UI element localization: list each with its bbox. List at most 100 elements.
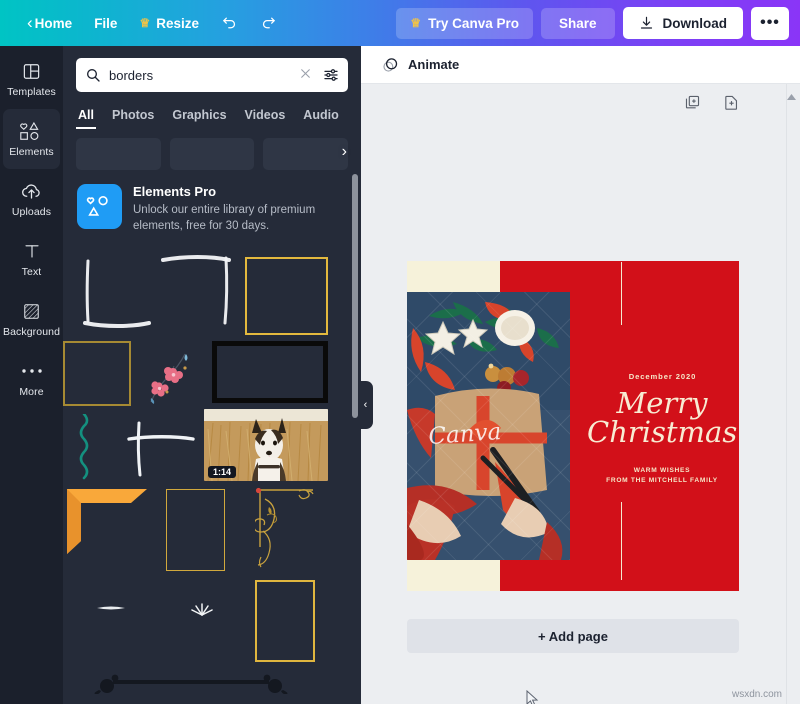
canvas-scrollbar-track[interactable] xyxy=(786,84,800,704)
elements-pro-title: Elements Pro xyxy=(133,184,217,199)
tab-label: Videos xyxy=(244,108,286,122)
design-rule-top xyxy=(621,262,622,325)
design-subtitle-line2: FROM THE MITCHELL FAMILY xyxy=(606,477,718,485)
home-button[interactable]: ‹ Home xyxy=(12,6,83,40)
element-thumb-orange-corner[interactable] xyxy=(67,488,149,554)
try-canva-pro-label: Try Canva Pro xyxy=(428,15,519,31)
element-thumb-video-dog[interactable]: 1:14 xyxy=(204,408,328,481)
file-menu-button[interactable]: File xyxy=(83,9,128,38)
top-toolbar-left: ‹ Home File ♕ Resize xyxy=(0,6,288,40)
canva-editor-window: ‹ Home File ♕ Resize ♕ Try Canva Pro Sha… xyxy=(0,0,800,704)
try-canva-pro-button[interactable]: ♕ Try Canva Pro xyxy=(396,7,533,39)
add-page-label: + Add page xyxy=(538,628,608,644)
photo-watermark-grid xyxy=(407,292,570,560)
page-tools xyxy=(684,94,740,116)
element-thumb-ornate-gold-corner[interactable] xyxy=(253,487,317,569)
element-thumb-teal-vine[interactable] xyxy=(75,412,97,486)
tab-audio[interactable]: Audio xyxy=(294,102,347,129)
resize-label: Resize xyxy=(156,15,199,31)
add-page-icon[interactable] xyxy=(723,94,740,116)
tab-all[interactable]: All xyxy=(76,102,103,129)
duplicate-page-icon[interactable] xyxy=(684,94,701,116)
redo-button[interactable] xyxy=(249,8,288,39)
share-label: Share xyxy=(558,15,597,31)
search-box[interactable] xyxy=(76,58,348,92)
design-heading-line1: Merry xyxy=(616,386,708,420)
sidebar-item-uploads[interactable]: Uploads xyxy=(3,169,60,229)
element-thumb-gold-portrait-frame[interactable] xyxy=(255,579,315,662)
element-thumb-burst-divider[interactable] xyxy=(159,601,245,623)
video-duration-badge: 1:14 xyxy=(208,465,237,478)
element-thumb-gold-thin-frame[interactable] xyxy=(166,488,225,571)
elements-pro-icon xyxy=(77,184,122,229)
top-toolbar: ‹ Home File ♕ Resize ♕ Try Canva Pro Sha… xyxy=(0,0,800,46)
filter-sliders-icon[interactable] xyxy=(323,67,339,83)
design-subtitle: WARM WISHES FROM THE MITCHELL FAMILY xyxy=(587,466,737,486)
design-page[interactable]: Canva December 2020 Merry Christmas! WAR… xyxy=(407,261,739,591)
sidebar-item-label: Text xyxy=(21,266,42,278)
crown-icon: ♕ xyxy=(410,16,422,30)
chevron-right-icon[interactable]: › xyxy=(342,143,347,161)
sidebar-item-label: Elements xyxy=(9,146,54,158)
category-chip[interactable] xyxy=(169,138,255,170)
sidebar-item-text[interactable]: Text xyxy=(3,229,60,289)
element-thumb-gold-frame[interactable] xyxy=(245,256,328,335)
element-thumb-silver-divider[interactable] xyxy=(67,601,155,615)
design-heading: Merry Christmas! xyxy=(587,386,739,447)
element-thumb-black-frame[interactable] xyxy=(212,340,328,403)
element-results-grid: 1:14 xyxy=(63,249,361,694)
sidebar-item-templates[interactable]: Templates xyxy=(3,49,60,109)
design-photo[interactable]: Canva xyxy=(407,292,570,560)
element-thumb-pink-flowers[interactable] xyxy=(141,344,201,414)
add-page-button[interactable]: + Add page xyxy=(407,619,739,653)
panel-tabs: All Photos Graphics Videos Audio xyxy=(63,92,361,129)
element-thumb-chalk-corner-top[interactable] xyxy=(159,253,239,329)
scroll-up-arrow-icon[interactable] xyxy=(786,88,797,100)
tab-videos[interactable]: Videos xyxy=(236,102,295,129)
elements-pro-subtitle: Unlock our entire library of premium ele… xyxy=(133,204,316,233)
tab-graphics[interactable]: Graphics xyxy=(163,102,235,129)
editor-canvas-area: Animate December 2020 Merry Christmas! W… xyxy=(361,46,800,704)
sidebar-item-elements[interactable]: Elements xyxy=(3,109,60,169)
chevron-left-icon: ‹ xyxy=(27,13,33,32)
top-toolbar-right: ♕ Try Canva Pro Share Download ••• xyxy=(396,6,800,40)
share-button[interactable]: Share xyxy=(540,7,615,39)
site-watermark: wsxdn.com xyxy=(731,689,782,700)
animate-label: Animate xyxy=(408,57,460,72)
mouse-cursor xyxy=(526,689,539,704)
redo-icon xyxy=(260,15,277,32)
file-label: File xyxy=(94,15,118,31)
tab-photos[interactable]: Photos xyxy=(103,102,163,129)
design-rule-bottom xyxy=(621,502,622,580)
tab-label: Audio xyxy=(303,108,339,122)
element-thumb-ornate-rail[interactable] xyxy=(91,674,291,694)
sidebar-item-more[interactable]: More xyxy=(3,349,60,409)
more-icon xyxy=(21,360,43,382)
background-icon xyxy=(22,300,41,322)
resize-button[interactable]: ♕ Resize xyxy=(128,9,210,38)
tab-label: All xyxy=(78,108,94,122)
animate-icon xyxy=(382,56,399,73)
sidebar-item-label: Uploads xyxy=(11,206,52,218)
close-icon[interactable] xyxy=(296,67,315,84)
element-thumb-olive-frame[interactable] xyxy=(63,340,131,406)
element-thumb-chalk-cross[interactable] xyxy=(125,421,197,479)
uploads-icon xyxy=(21,180,42,202)
sidebar-item-background[interactable]: Background xyxy=(3,289,60,349)
undo-button[interactable] xyxy=(210,8,249,39)
collapse-panel-handle[interactable]: ‹ xyxy=(358,381,373,429)
elements-pro-promo[interactable]: Elements Pro Unlock our entire library o… xyxy=(63,170,361,235)
sidebar-item-label: Background xyxy=(2,326,61,338)
elements-icon xyxy=(19,120,44,142)
download-button[interactable]: Download xyxy=(622,7,743,39)
category-chip-row: › xyxy=(63,129,361,170)
design-date-text: December 2020 xyxy=(628,372,697,381)
elements-pro-text: Elements Pro Unlock our entire library o… xyxy=(133,184,348,235)
category-chip[interactable] xyxy=(263,138,349,170)
animate-button[interactable]: Animate xyxy=(375,52,466,77)
category-chip[interactable] xyxy=(76,138,161,170)
more-options-button[interactable]: ••• xyxy=(751,6,789,40)
element-thumb-chalk-corner-left[interactable] xyxy=(79,257,153,337)
sidebar-item-label: Templates xyxy=(7,86,56,98)
search-input[interactable] xyxy=(109,67,288,83)
